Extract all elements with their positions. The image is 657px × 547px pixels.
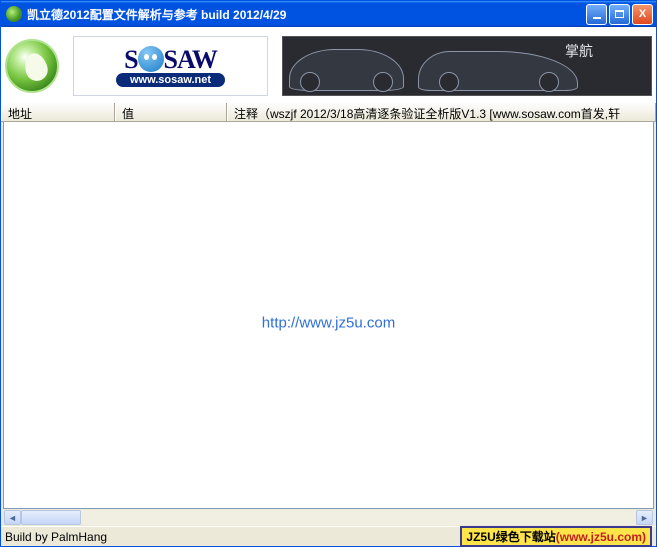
close-button[interactable]: X (632, 4, 653, 25)
data-grid[interactable]: http://www.jz5u.com (3, 122, 654, 509)
status-bar: Build by PalmHang JZ5U绿色下载站(www.jz5u.com… (1, 526, 656, 546)
scroll-right-button[interactable]: ► (636, 510, 653, 525)
car-banner[interactable]: 掌航 (282, 36, 652, 96)
app-window: 凯立德2012配置文件解析与参考 build 2012/4/29 X S SAW … (0, 0, 657, 547)
maximize-button[interactable] (609, 4, 630, 25)
logo-orb-icon[interactable] (5, 39, 59, 93)
header-address[interactable]: 地址 (1, 103, 115, 121)
column-headers: 地址 值 注释（wszjf 2012/3/18高清逐条验证全析版V1.3 [ww… (1, 102, 656, 122)
car-front-icon (289, 49, 404, 91)
sosaw-text-right: SAW (164, 45, 217, 74)
scroll-track[interactable] (21, 510, 636, 525)
scroll-thumb[interactable] (21, 510, 81, 525)
app-icon (6, 6, 22, 22)
header-note[interactable]: 注释（wszjf 2012/3/18高清逐条验证全析版V1.3 [www.sos… (227, 103, 656, 121)
sosaw-drop-icon (138, 46, 164, 72)
watermark-text: http://www.jz5u.com (262, 314, 395, 331)
car-side-icon (418, 51, 578, 91)
sosaw-text-left: S (124, 45, 137, 74)
status-badge-label: JZ5U绿色下载站 (466, 528, 555, 545)
titlebar-buttons: X (586, 4, 653, 25)
sosaw-url: www.sosaw.net (116, 73, 225, 87)
sosaw-banner[interactable]: S SAW www.sosaw.net (73, 36, 268, 96)
horizontal-scrollbar[interactable]: ◄ ► (3, 509, 654, 526)
car-banner-label: 掌航 (565, 41, 593, 61)
window-title: 凯立德2012配置文件解析与参考 build 2012/4/29 (27, 6, 586, 23)
status-left: Build by PalmHang (5, 530, 460, 544)
status-badge-url: (www.jz5u.com) (556, 530, 646, 544)
banner-row: S SAW www.sosaw.net 掌航 (1, 27, 656, 102)
scroll-left-button[interactable]: ◄ (4, 510, 21, 525)
titlebar[interactable]: 凯立德2012配置文件解析与参考 build 2012/4/29 X (1, 1, 656, 27)
status-badge[interactable]: JZ5U绿色下载站(www.jz5u.com) (460, 526, 652, 547)
header-value[interactable]: 值 (115, 103, 227, 121)
minimize-button[interactable] (586, 4, 607, 25)
